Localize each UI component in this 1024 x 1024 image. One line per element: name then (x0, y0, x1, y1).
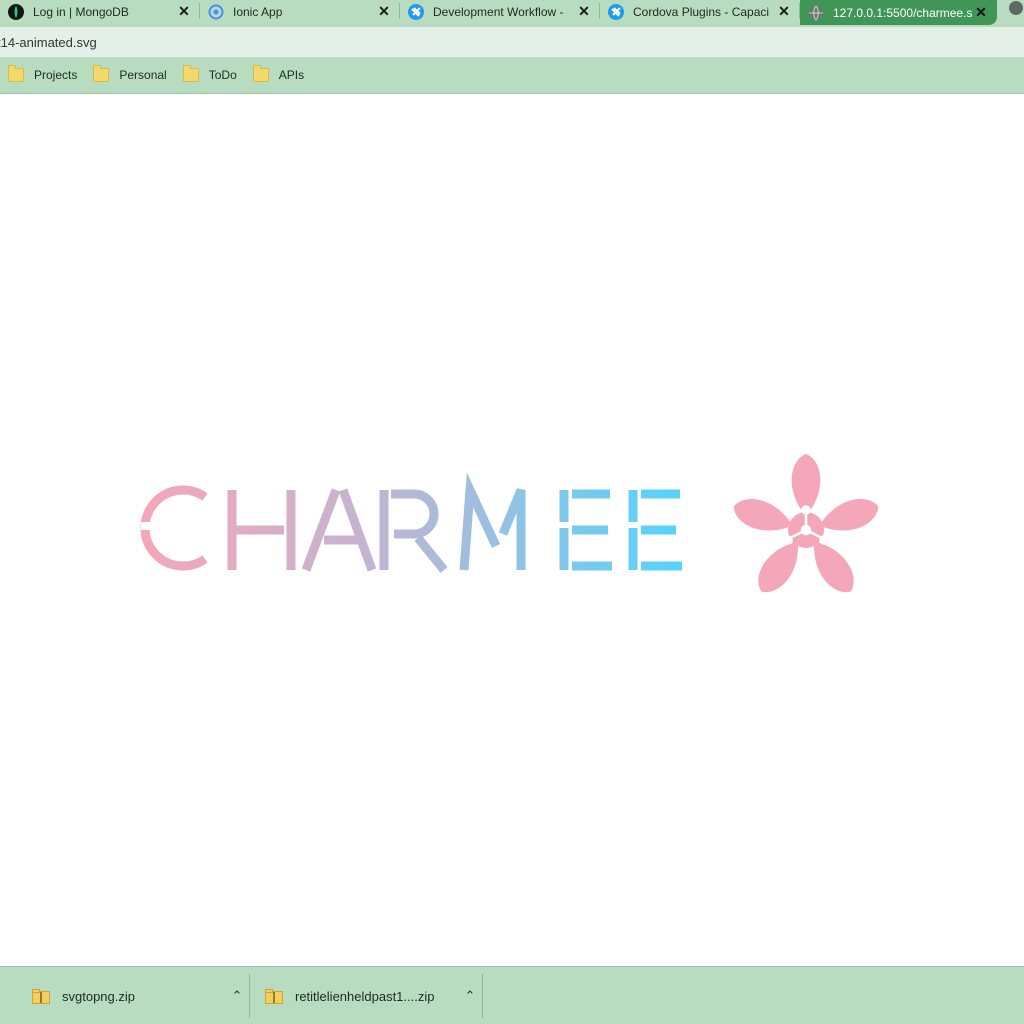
capacitor-icon (408, 3, 424, 20)
bookmark-apis[interactable]: APIs (252, 65, 305, 82)
chevron-up-icon[interactable]: ⌃ (457, 988, 483, 1004)
bookmark-personal[interactable]: Personal (93, 65, 167, 82)
globe-icon (809, 5, 823, 21)
bookmark-label: Projects (34, 68, 78, 82)
download-filename: retitlelienheldpast1....zip (295, 988, 435, 1004)
chevron-up-icon[interactable]: ⌃ (224, 988, 250, 1004)
tab-title: 127.0.0.1:5500/charmee.s (833, 5, 973, 20)
bookmarks-bar: Projects Personal ToDo APIs (0, 57, 1024, 94)
close-icon[interactable]: ✕ (973, 4, 989, 21)
new-tab-globe-icon[interactable] (1008, 0, 1024, 16)
flower-icon (733, 454, 879, 593)
folder-icon (93, 65, 110, 82)
zip-file-icon (32, 988, 50, 1004)
download-filename: svgtopng.zip (62, 988, 135, 1004)
bookmark-label: Personal (119, 68, 167, 82)
tab-ionic[interactable]: Ionic App ✕ (200, 0, 400, 23)
tab-active-charmee[interactable]: 127.0.0.1:5500/charmee.s ✕ (800, 0, 997, 25)
tab-title: Cordova Plugins - Capaci (633, 4, 770, 19)
bookmark-label: ToDo (208, 68, 237, 82)
tab-cordova-plugins[interactable]: Cordova Plugins - Capaci ✕ (600, 0, 800, 23)
tab-strip: Log in | MongoDB ✕ Ionic App ✕ Developme… (0, 0, 1024, 27)
url-text[interactable]: t14-animated.svg (0, 35, 97, 50)
tab-title: Log in | MongoDB (33, 4, 129, 19)
close-icon[interactable]: ✕ (576, 3, 592, 20)
charmee-wordmark (140, 472, 682, 573)
tab-title: Development Workflow - (433, 4, 564, 19)
download-shelf: svgtopng.zip ⌃ retitlelienheldpast1....z… (0, 966, 1024, 1024)
ionic-icon (208, 4, 224, 19)
close-icon[interactable]: ✕ (176, 3, 192, 20)
close-icon[interactable]: ✕ (376, 3, 392, 20)
download-divider (482, 974, 483, 1018)
page-content (0, 94, 1024, 966)
bookmark-projects[interactable]: Projects (8, 65, 78, 82)
tab-title: Ionic App (233, 4, 283, 19)
charmee-logo (140, 454, 879, 593)
capacitor-icon (608, 3, 624, 20)
download-item[interactable]: svgtopng.zip ⌃ (16, 974, 250, 1018)
folder-icon (8, 65, 24, 82)
folder-icon (252, 65, 269, 82)
address-bar[interactable]: t14-animated.svg (0, 27, 1024, 57)
tab-mongodb[interactable]: Log in | MongoDB ✕ (0, 0, 200, 23)
download-item[interactable]: retitlelienheldpast1....zip ⌃ (249, 974, 483, 1018)
zip-file-icon (265, 988, 283, 1004)
mongodb-leaf-icon (8, 3, 24, 20)
bookmark-todo[interactable]: ToDo (182, 65, 237, 82)
bookmark-label: APIs (278, 68, 305, 82)
folder-icon (182, 65, 199, 82)
close-icon[interactable]: ✕ (776, 3, 792, 20)
tab-development-workflow[interactable]: Development Workflow - ✕ (400, 0, 600, 23)
